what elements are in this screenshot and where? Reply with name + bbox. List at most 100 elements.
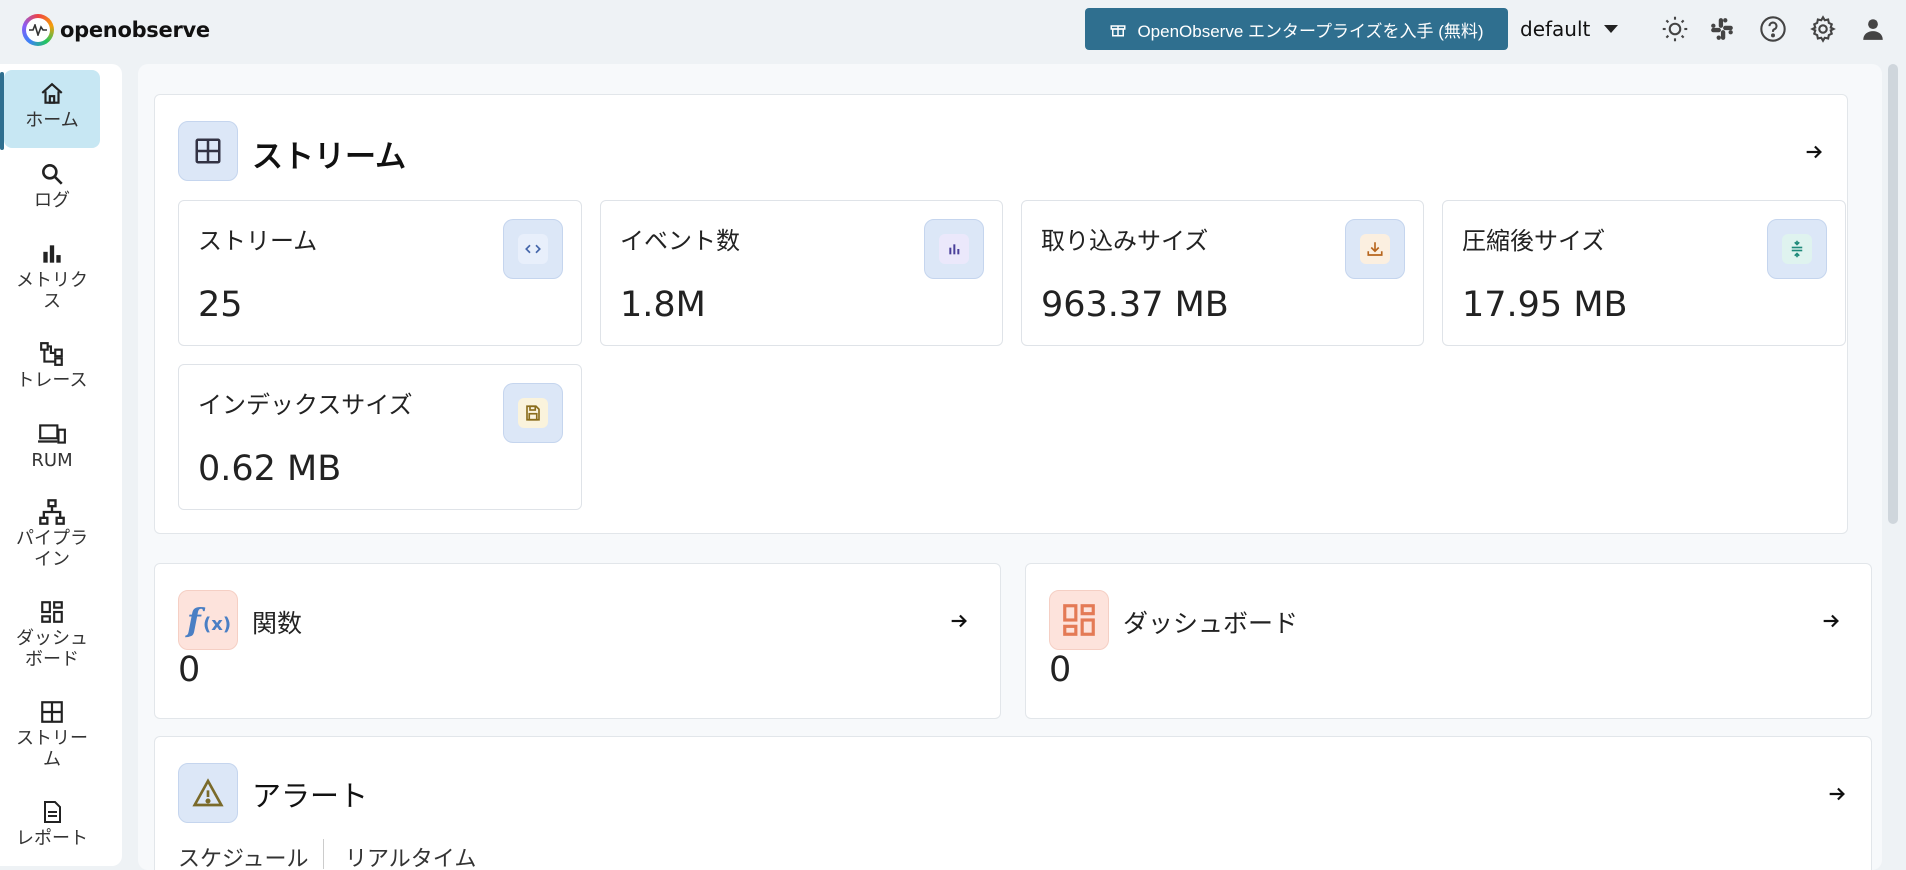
user-menu-button[interactable] (1856, 12, 1890, 46)
app-logo[interactable]: openobserve (22, 14, 210, 46)
compress-icon (1791, 240, 1803, 258)
org-selector-value: default (1520, 17, 1591, 41)
stat-card-ingested-size[interactable]: 取り込みサイズ 963.37 MB (1021, 200, 1424, 346)
stat-card-streams[interactable]: ストリーム 25 (178, 200, 582, 346)
tab-scheduled[interactable]: スケジュール (178, 841, 308, 870)
sidebar-item-home[interactable]: ホーム (4, 70, 100, 148)
stat-value: 963.37 MB (1041, 285, 1229, 325)
sidebar-item-label: ログ (34, 190, 70, 211)
search-icon (42, 164, 63, 185)
arrow-right-icon (1829, 787, 1845, 801)
sidebar-item-metrics[interactable]: メトリクス (4, 240, 100, 312)
arrow-right-icon (1823, 614, 1839, 628)
grid-icon (41, 701, 63, 723)
download-tray-icon (1367, 242, 1383, 256)
bar-chart-icon (43, 245, 61, 263)
bar-chart-icon (949, 244, 960, 255)
stat-badge (503, 219, 563, 279)
save-icon (526, 405, 540, 421)
functions-badge: f (x) (178, 590, 238, 650)
sidebar-item-label: RUM (31, 450, 73, 471)
stat-value: 17.95 MB (1462, 285, 1628, 325)
dashboard-icon (41, 601, 63, 623)
get-enterprise-button[interactable]: OpenObserve エンタープライズを入手 (無料) (1085, 8, 1508, 50)
sidebar-item-logs[interactable]: ログ (4, 160, 100, 211)
stat-card-compressed-size[interactable]: 圧縮後サイズ 17.95 MB (1442, 200, 1846, 346)
devices-icon (38, 424, 66, 444)
logo-text: openobserve (60, 18, 210, 42)
sidebar-item-label: ダッシュボード (16, 628, 88, 670)
stat-value: 25 (198, 285, 243, 325)
function-icon: f (x) (185, 601, 231, 639)
gift-icon (1110, 25, 1126, 37)
warning-icon (192, 778, 224, 807)
stat-label: 圧縮後サイズ (1462, 227, 1606, 255)
dashboard-icon (1063, 604, 1095, 636)
sidebar-item-reports[interactable]: レポート (4, 798, 100, 849)
stat-value: 1.8M (620, 285, 706, 325)
stat-label: インデックスサイズ (198, 391, 413, 419)
alerts-title: アラート (252, 779, 369, 813)
sidebar-item-label: ストリーム (16, 728, 88, 770)
sidebar-item-label: パイプライン (16, 528, 88, 570)
get-enterprise-label: OpenObserve エンタープライズを入手 (無料) (1137, 21, 1484, 41)
stat-badge (1345, 219, 1405, 279)
help-icon (1760, 16, 1786, 42)
theme-toggle-button[interactable] (1658, 12, 1692, 46)
sidebar-item-dashboards[interactable]: ダッシュボード (4, 598, 100, 670)
svg-text:(x): (x) (203, 614, 231, 635)
top-header: openobserve OpenObserve エンタープライズを入手 (無料)… (0, 0, 1906, 56)
tab-realtime[interactable]: リアルタイム (345, 841, 476, 870)
dashboards-title: ダッシュボード (1123, 609, 1299, 638)
home-icon (41, 82, 63, 104)
page-scrollbar[interactable] (1888, 64, 1898, 524)
slack-button[interactable] (1705, 12, 1739, 46)
streams-title: ストリーム (252, 139, 407, 175)
alerts-card: アラート スケジュール リアルタイム (154, 736, 1872, 870)
alerts-badge (178, 763, 238, 823)
sun-icon (1662, 16, 1688, 42)
stat-label: 取り込みサイズ (1041, 227, 1209, 255)
stat-badge (924, 219, 984, 279)
pipeline-icon (39, 499, 65, 525)
caret-down-icon (1604, 25, 1619, 33)
sidebar-item-label: レポート (16, 828, 88, 849)
main-content: ストリーム ストリーム 25 イベント数 1.8M 取り込みサイズ 963.37… (138, 64, 1882, 870)
stat-card-index-size[interactable]: インデックスサイズ 0.62 MB (178, 364, 582, 510)
grid-icon (195, 138, 221, 164)
sidebar-item-streams[interactable]: ストリーム (4, 698, 100, 770)
alerts-arrow-button[interactable] (1822, 779, 1852, 809)
functions-count: 0 (178, 650, 201, 690)
stat-badge (503, 383, 563, 443)
report-icon (44, 801, 61, 823)
functions-title: 関数 (252, 609, 303, 638)
sidebar-item-pipelines[interactable]: パイプライン (4, 498, 100, 570)
sidebar-item-rum[interactable]: RUM (4, 420, 100, 471)
sidebar-item-label: メトリクス (16, 270, 88, 312)
trace-icon (40, 342, 63, 366)
functions-arrow-button[interactable] (944, 606, 974, 636)
functions-card[interactable]: f (x) 関数 0 (154, 563, 1001, 719)
dashboards-arrow-button[interactable] (1816, 606, 1846, 636)
stat-card-events[interactable]: イベント数 1.8M (600, 200, 1003, 346)
stat-label: ストリーム (198, 227, 318, 255)
help-button[interactable] (1756, 12, 1790, 46)
streams-arrow-button[interactable] (1799, 137, 1829, 167)
sidebar-item-label: トレース (16, 370, 88, 391)
org-selector[interactable]: default (1520, 10, 1640, 48)
arrow-right-icon (951, 614, 967, 628)
code-icon (525, 244, 541, 254)
arrow-right-icon (1806, 145, 1822, 159)
settings-button[interactable] (1806, 12, 1840, 46)
tab-divider (323, 839, 324, 869)
stat-badge (1767, 219, 1827, 279)
sidebar-item-traces[interactable]: トレース (4, 340, 100, 391)
dashboards-badge (1049, 590, 1109, 650)
sidebar: ホーム ログ メトリクス トレース RUM パイプライン ダッシュボード ストリ… (0, 64, 122, 866)
dashboards-card[interactable]: ダッシュボード 0 (1025, 563, 1872, 719)
dashboards-count: 0 (1049, 650, 1072, 690)
streams-badge (178, 121, 238, 181)
logo-mark-icon (22, 14, 54, 46)
user-icon (1863, 19, 1883, 40)
gear-icon (1810, 15, 1836, 43)
